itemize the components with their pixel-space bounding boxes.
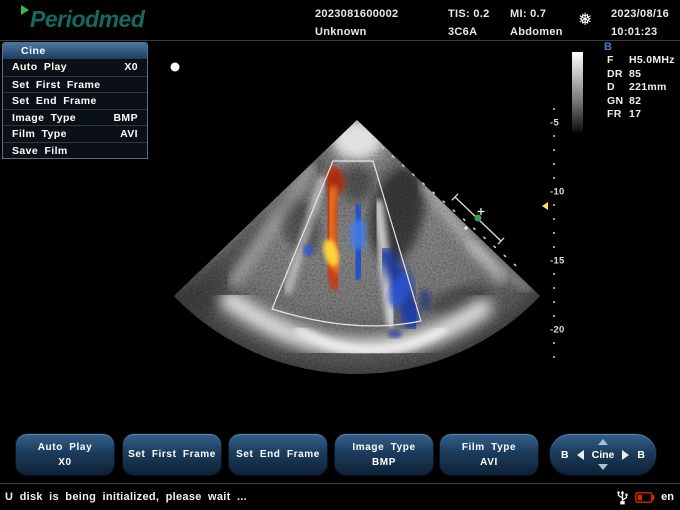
param-label: DR: [607, 68, 629, 82]
param-row-d: D221mm: [607, 81, 675, 95]
probe-model: 3C6A: [448, 26, 477, 38]
exam-id: 2023081600002: [315, 8, 398, 20]
softkey-set-end-frame[interactable]: Set End Frame: [228, 433, 328, 476]
param-row-f: FH5.0MHz: [607, 54, 675, 68]
context-menu-title: Cine: [3, 43, 147, 59]
menu-item-label: Set End Frame: [12, 93, 97, 109]
tis-value: TIS: 0.2: [448, 8, 490, 20]
soft-key-toolbar: Auto Play X0 Set First Frame Set End Frame I…: [0, 432, 680, 477]
cine-mode-switch[interactable]: B Cine B: [549, 433, 657, 476]
softkey-film-type[interactable]: Film Type AVI: [439, 433, 539, 476]
menu-item-label: Film Type: [12, 126, 67, 142]
menu-item-image-type[interactable]: Image Type BMP: [3, 109, 147, 126]
status-message: U disk is being initialized, please wait…: [5, 491, 247, 503]
param-row-gn: GN82: [607, 95, 675, 109]
softkey-image-type[interactable]: Image Type BMP: [334, 433, 434, 476]
param-value: H5.0MHz: [629, 54, 675, 68]
menu-item-value: AVI: [120, 126, 138, 142]
softkey-value: BMP: [372, 457, 396, 468]
brand-logo: Periodmed: [30, 6, 144, 33]
menu-item-label: Set First Frame: [12, 77, 100, 93]
language-indicator[interactable]: en: [661, 491, 674, 503]
system-date: 2023/08/16: [611, 8, 669, 20]
param-label: D: [607, 81, 629, 95]
mi-value: MI: 0.7: [510, 8, 546, 20]
softkey-value: AVI: [480, 457, 498, 468]
status-bar: U disk is being initialized, please wait…: [0, 483, 680, 510]
chevron-down-icon[interactable]: [598, 464, 608, 470]
param-label: F: [607, 54, 629, 68]
menu-item-label: Image Type: [12, 110, 76, 126]
menu-item-film-type[interactable]: Film Type AVI: [3, 125, 147, 142]
softkey-label: Set First Frame: [128, 449, 216, 460]
softkey-auto-play[interactable]: Auto Play X0: [15, 433, 115, 476]
menu-item-save-film[interactable]: Save Film: [3, 142, 147, 159]
softkey-set-first-frame[interactable]: Set First Frame: [122, 433, 222, 476]
chevron-left-icon[interactable]: [577, 450, 584, 460]
param-value: 221mm: [629, 81, 667, 95]
softkey-label: Film Type: [462, 442, 516, 453]
patient-name: Unknown: [315, 26, 367, 38]
param-label: FR: [607, 108, 629, 122]
mode-switch-center-label[interactable]: Cine: [592, 449, 615, 461]
menu-item-label: Save Film: [12, 143, 68, 159]
chevron-up-icon[interactable]: [598, 439, 608, 445]
param-row-dr: DR85: [607, 68, 675, 82]
cine-context-menu: Cine Auto Play X0 Set First FrameSet End F…: [2, 42, 148, 159]
exam-preset: Abdomen: [510, 26, 563, 38]
param-value: 17: [629, 108, 641, 122]
freeze-snowflake-icon: ❅: [578, 10, 592, 30]
param-label: GN: [607, 95, 629, 109]
top-info-bar: Periodmed 2023081600002 Unknown TIS: 0.2…: [0, 0, 680, 41]
grayscale-bar: [572, 52, 583, 132]
battery-icon: [635, 492, 655, 503]
menu-item-value: X0: [124, 59, 138, 76]
logo-triangle-icon: [21, 5, 29, 15]
menu-item-label: Auto Play: [12, 59, 67, 76]
chevron-right-icon[interactable]: [622, 450, 629, 460]
caliper-cross-marker: [478, 208, 485, 215]
param-value: 85: [629, 68, 641, 82]
param-row-fr: FR17: [607, 108, 675, 122]
focus-position-marker[interactable]: [542, 202, 548, 210]
image-parameter-list: FH5.0MHzDR85D221mmGN82FR17: [607, 54, 675, 122]
mode-switch-right-label[interactable]: B: [637, 449, 645, 461]
softkey-label: Set End Frame: [236, 449, 320, 460]
system-time: 10:01:23: [611, 26, 657, 38]
menu-item-value: BMP: [113, 110, 138, 126]
menu-item-set-first-frame[interactable]: Set First Frame: [3, 76, 147, 93]
menu-item-set-end-frame[interactable]: Set End Frame: [3, 92, 147, 109]
param-value: 82: [629, 95, 641, 109]
menu-item-auto-play[interactable]: Auto Play X0: [3, 59, 147, 76]
caliper-handle-dot[interactable]: [475, 215, 482, 222]
softkey-label: Auto Play: [38, 442, 93, 453]
softkey-value: X0: [58, 457, 71, 468]
mode-indicator: B: [604, 41, 612, 53]
usb-icon: [616, 489, 629, 505]
mode-switch-left-label[interactable]: B: [561, 449, 569, 461]
ultrasound-app-window: Periodmed 2023081600002 Unknown TIS: 0.2…: [0, 0, 680, 510]
softkey-label: Image Type: [352, 442, 415, 453]
cursor-dot: [171, 63, 180, 72]
